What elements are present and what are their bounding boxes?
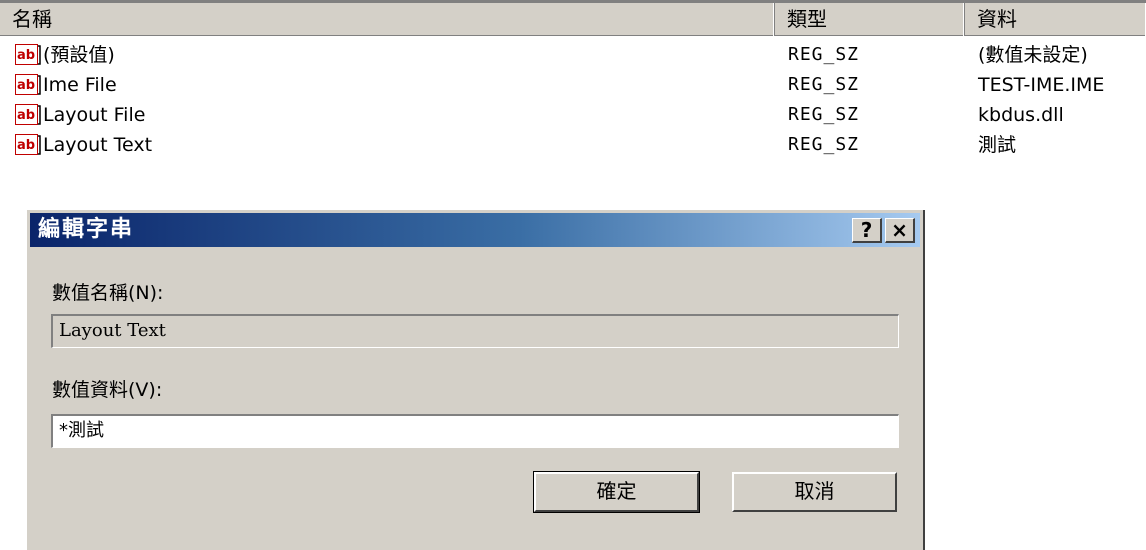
row-type: REG_SZ [788, 74, 860, 95]
column-header-type[interactable]: 類型 [775, 3, 965, 36]
svg-text:ab: ab [17, 138, 35, 153]
edit-string-dialog: 編輯字串 ? × 數值名稱(N): Layout Text 數值資料(V): *… [25, 210, 925, 550]
row-data: (數值未設定) [978, 44, 1088, 66]
row-type: REG_SZ [788, 104, 860, 125]
svg-text:ab: ab [17, 78, 35, 93]
list-item[interactable]: ab (預設值) REG_SZ (數值未設定) [0, 40, 1146, 70]
row-name: Layout Text [43, 134, 153, 156]
column-header-data[interactable]: 資料 [965, 3, 1146, 36]
close-button[interactable]: × [885, 218, 915, 243]
list-header: 名稱 類型 資料 [0, 0, 1146, 36]
dialog-title: 編輯字串 [38, 217, 135, 242]
list-item[interactable]: ab Layout Text REG_SZ 測試 [0, 130, 1146, 160]
value-data-label: 數值資料(V): [52, 379, 163, 401]
svg-text:ab: ab [17, 48, 35, 63]
list-item[interactable]: ab Layout File REG_SZ kbdus.dll [0, 100, 1146, 130]
ok-button[interactable]: 確定 [533, 471, 700, 513]
value-name-label: 數值名稱(N): [52, 282, 164, 304]
row-data: TEST-IME.IME [978, 74, 1105, 96]
reg-string-icon: ab [15, 134, 41, 156]
row-type: REG_SZ [788, 134, 860, 155]
dialog-titlebar[interactable]: 編輯字串 ? × [30, 213, 920, 247]
cancel-button[interactable]: 取消 [732, 472, 897, 512]
column-header-name[interactable]: 名稱 [0, 3, 775, 36]
reg-string-icon: ab [15, 44, 41, 66]
row-data: 測試 [978, 134, 1017, 156]
reg-string-icon: ab [15, 104, 41, 126]
value-data-input[interactable]: *測試 [51, 414, 899, 448]
row-name: Ime File [43, 74, 117, 96]
reg-string-icon: ab [15, 74, 41, 96]
value-name-field: Layout Text [51, 314, 899, 348]
row-type: REG_SZ [788, 44, 860, 65]
help-button[interactable]: ? [852, 218, 882, 243]
row-name: Layout File [43, 104, 146, 126]
row-name: (預設值) [43, 44, 115, 66]
list-item[interactable]: ab Ime File REG_SZ TEST-IME.IME [0, 70, 1146, 100]
row-data: kbdus.dll [978, 104, 1064, 126]
svg-text:ab: ab [17, 108, 35, 123]
